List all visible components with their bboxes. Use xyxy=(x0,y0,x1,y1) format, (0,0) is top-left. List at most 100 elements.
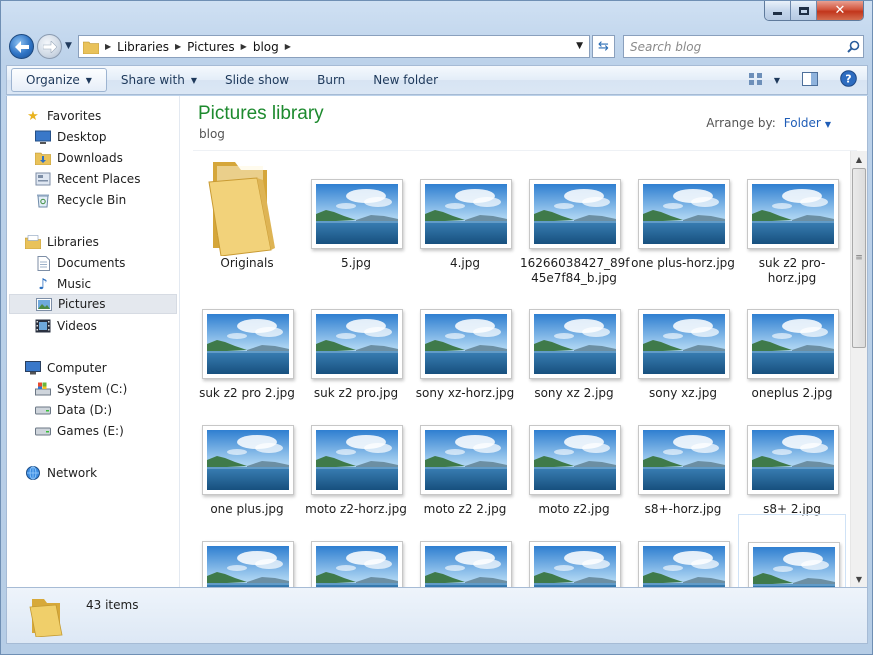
sidebar-item-recycle-bin[interactable]: Recycle Bin xyxy=(9,190,177,210)
file-item[interactable]: suk z2 pro 2.jpg xyxy=(193,282,301,400)
landscape-thumbnail-icon xyxy=(534,430,616,490)
sidebar-item-label: Network xyxy=(47,466,98,480)
file-item[interactable] xyxy=(520,514,628,587)
close-button[interactable]: ✕ xyxy=(817,1,863,20)
file-item[interactable]: moto z2.jpg xyxy=(520,398,628,516)
recent-pages-dropdown[interactable]: ▼ xyxy=(65,41,72,51)
landscape-thumbnail-icon xyxy=(207,546,289,587)
file-item[interactable]: suk z2 pro.jpg xyxy=(302,282,410,400)
slide-show-button[interactable]: Slide show xyxy=(211,68,303,92)
scroll-down-button[interactable]: ▼ xyxy=(851,571,867,587)
folder-item[interactable]: Originals xyxy=(193,152,301,270)
address-bar[interactable]: ▶ Libraries ▶ Pictures ▶ blog ▶ ▼ xyxy=(78,35,590,58)
sidebar-item-favorites[interactable]: ★ Favorites xyxy=(9,106,177,126)
image-thumbnail xyxy=(202,309,294,379)
file-item[interactable]: s8+-horz.jpg xyxy=(629,398,737,516)
search-input[interactable] xyxy=(624,36,843,57)
change-view-button[interactable] xyxy=(748,72,764,89)
search-icon[interactable] xyxy=(843,40,863,53)
landscape-thumbnail-icon xyxy=(425,314,507,374)
sidebar-item-data-drive[interactable]: Data (D:) xyxy=(9,400,177,420)
chevron-down-icon: ▼ xyxy=(85,75,92,85)
sidebar-item-label: Computer xyxy=(47,361,107,375)
file-item[interactable] xyxy=(302,514,410,587)
sidebar-item-pictures[interactable]: Pictures xyxy=(9,294,177,314)
file-item[interactable]: sony xz 2.jpg xyxy=(520,282,628,400)
chevron-right-icon[interactable]: ▶ xyxy=(105,42,111,51)
vertical-scrollbar[interactable]: ▲ ≡ ▼ xyxy=(850,151,867,587)
breadcrumb-libraries[interactable]: Libraries xyxy=(117,40,169,54)
sidebar-item-documents[interactable]: Documents xyxy=(9,253,177,273)
preview-pane-button[interactable] xyxy=(802,71,818,89)
file-item[interactable] xyxy=(193,514,301,587)
share-with-button[interactable]: Share with ▼ xyxy=(107,68,211,92)
sidebar-item-label: Downloads xyxy=(57,151,123,165)
sidebar-item-computer[interactable]: Computer xyxy=(9,358,177,378)
file-item[interactable] xyxy=(411,514,519,587)
sidebar-item-desktop[interactable]: Desktop xyxy=(9,127,177,147)
view-controls: ▼ ? xyxy=(748,70,857,90)
scroll-up-button[interactable]: ▲ xyxy=(851,151,867,167)
file-item[interactable] xyxy=(738,514,846,587)
file-item[interactable]: one plus.jpg xyxy=(193,398,301,516)
command-bar: Organize ▼ Share with ▼ Slide show Burn Ne… xyxy=(6,65,868,95)
file-item[interactable]: moto z2-horz.jpg xyxy=(302,398,410,516)
back-button[interactable] xyxy=(9,34,34,59)
image-thumbnail xyxy=(529,541,621,587)
forward-button[interactable] xyxy=(37,34,62,59)
drive-icon xyxy=(35,423,51,439)
chevron-down-icon[interactable]: ▼ xyxy=(825,120,831,129)
libraries-icon xyxy=(25,234,41,250)
sidebar-item-recent-places[interactable]: Recent Places xyxy=(9,169,177,189)
file-item[interactable]: sony xz-horz.jpg xyxy=(411,282,519,400)
drive-icon xyxy=(35,402,51,418)
file-item[interactable]: 4.jpg xyxy=(411,152,519,270)
file-item[interactable]: sony xz.jpg xyxy=(629,282,737,400)
image-thumbnail xyxy=(529,179,621,249)
file-item[interactable]: 5.jpg xyxy=(302,152,410,270)
sidebar-item-videos[interactable]: Videos xyxy=(9,316,177,336)
page-subtitle: blog xyxy=(199,127,225,141)
landscape-thumbnail-icon xyxy=(534,184,616,244)
sidebar-item-games-drive[interactable]: Games (E:) xyxy=(9,421,177,441)
folder-icon xyxy=(26,593,66,640)
address-history-dropdown[interactable]: ▼ xyxy=(576,41,583,51)
landscape-thumbnail-icon xyxy=(534,546,616,587)
breadcrumb-pictures[interactable]: Pictures xyxy=(187,40,235,54)
file-item[interactable]: suk z2 pro-horz.jpg xyxy=(738,152,846,285)
file-item[interactable]: oneplus 2.jpg xyxy=(738,282,846,400)
file-item[interactable]: s8+ 2.jpg xyxy=(738,398,846,516)
image-thumbnail xyxy=(420,179,512,249)
chevron-right-icon[interactable]: ▶ xyxy=(241,42,247,51)
sidebar-item-label: Data (D:) xyxy=(57,403,113,417)
refresh-button[interactable]: ⇆ xyxy=(592,35,615,58)
item-label: 5.jpg xyxy=(340,256,372,270)
sidebar-item-system-drive[interactable]: System (C:) xyxy=(9,379,177,399)
sidebar-item-network[interactable]: Network xyxy=(9,463,177,483)
organize-button[interactable]: Organize ▼ xyxy=(11,68,107,92)
landscape-thumbnail-icon xyxy=(425,430,507,490)
arrange-by-dropdown[interactable]: Folder xyxy=(784,116,821,130)
minimize-button[interactable] xyxy=(765,1,791,20)
view-options-dropdown[interactable]: ▼ xyxy=(774,76,780,85)
chevron-right-icon[interactable]: ▶ xyxy=(175,42,181,51)
file-item[interactable]: moto z2 2.jpg xyxy=(411,398,519,516)
sidebar-item-label: Recent Places xyxy=(57,172,141,186)
maximize-button[interactable] xyxy=(791,1,817,20)
sidebar-item-music[interactable]: ♪ Music xyxy=(9,274,177,294)
landscape-thumbnail-icon xyxy=(753,547,835,587)
help-icon: ? xyxy=(840,70,857,87)
sidebar-item-libraries[interactable]: Libraries xyxy=(9,232,177,252)
file-item[interactable]: 16266038427_89f 45e7f84_b.jpg xyxy=(520,152,629,285)
minimize-icon xyxy=(773,11,782,15)
scroll-thumb[interactable]: ≡ xyxy=(852,168,866,348)
breadcrumb-blog[interactable]: blog xyxy=(253,40,279,54)
new-folder-button[interactable]: New folder xyxy=(359,68,452,92)
arrange-by-label: Arrange by: xyxy=(706,116,776,130)
file-item[interactable] xyxy=(629,514,737,587)
burn-button[interactable]: Burn xyxy=(303,68,359,92)
file-item[interactable]: one plus-horz.jpg xyxy=(629,152,737,270)
sidebar-item-downloads[interactable]: Downloads xyxy=(9,148,177,168)
help-button[interactable]: ? xyxy=(840,70,857,90)
chevron-right-icon[interactable]: ▶ xyxy=(285,42,291,51)
